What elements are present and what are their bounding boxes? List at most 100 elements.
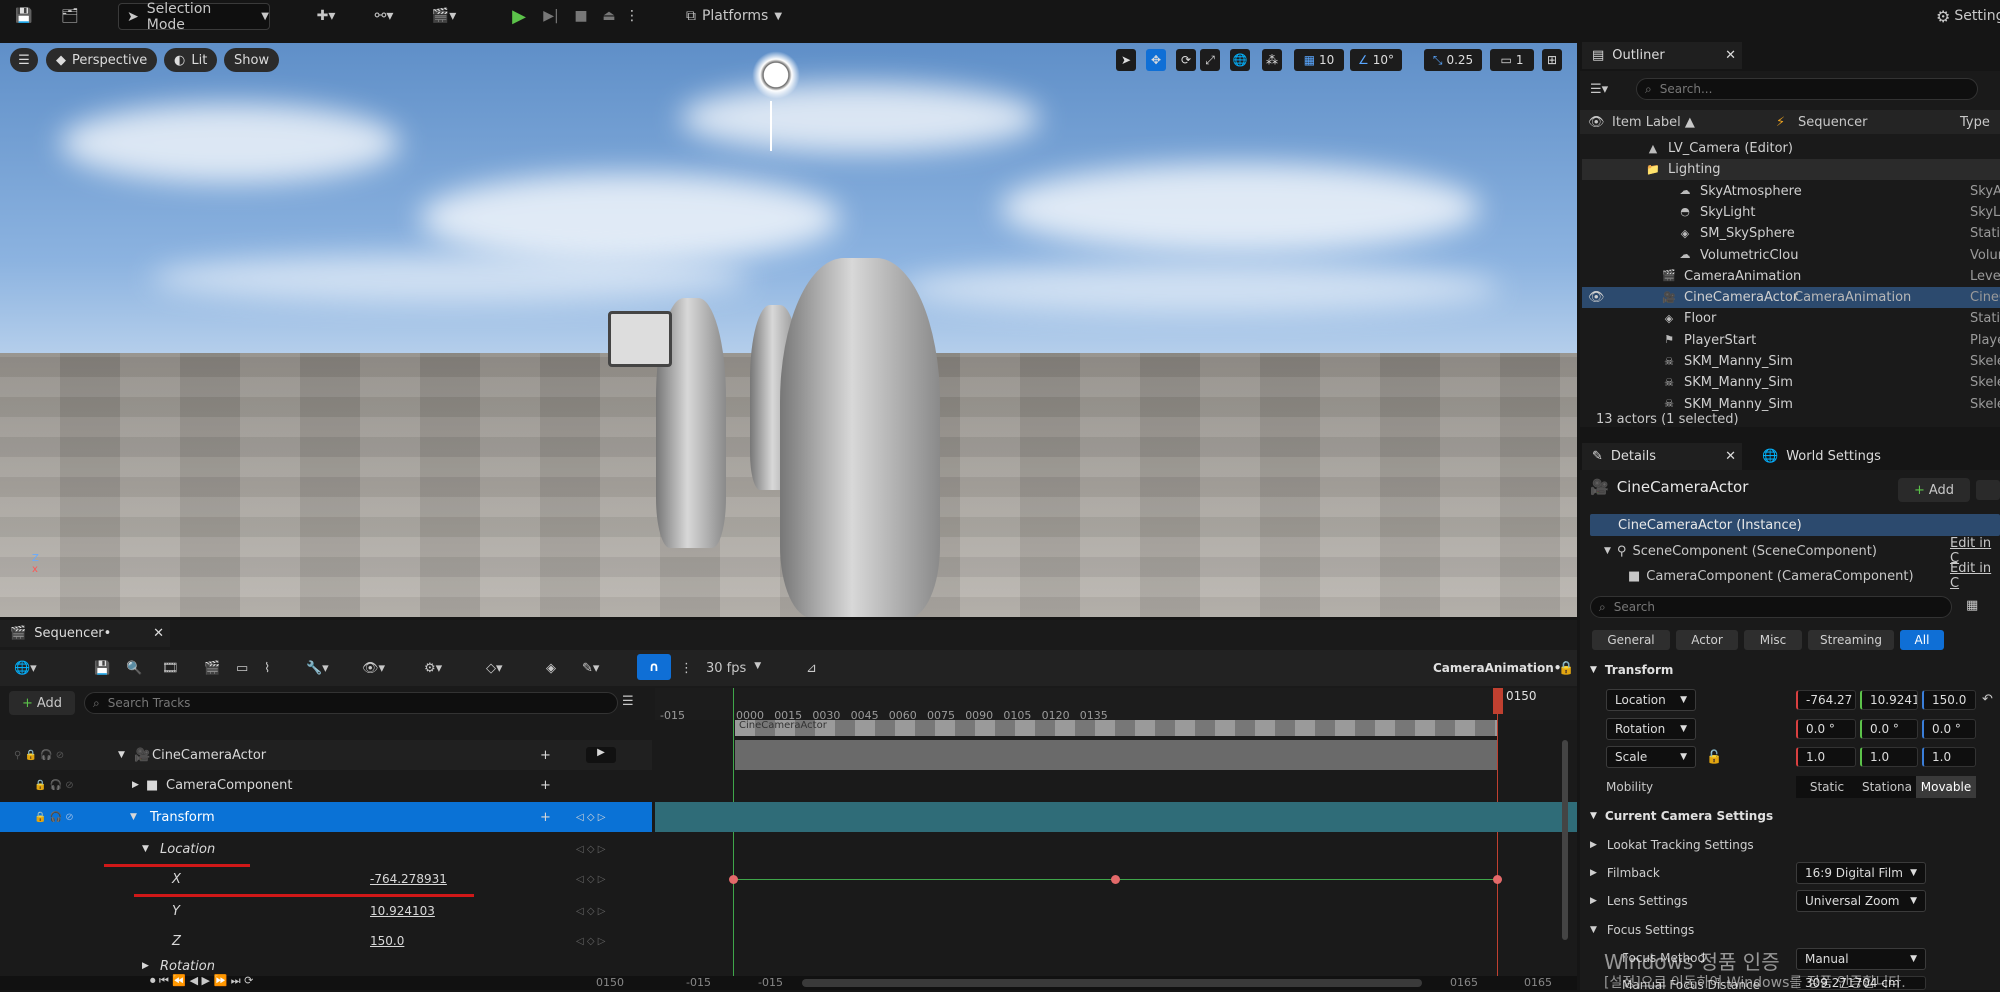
scale-tool-icon[interactable]: ⤢ bbox=[1200, 49, 1220, 71]
key-icon[interactable]: ◇▾ bbox=[486, 661, 503, 676]
search-tracks-input[interactable]: ⌕ Search Tracks bbox=[84, 692, 618, 714]
location-dropdown[interactable]: Location ▼ bbox=[1606, 689, 1696, 711]
add-icon[interactable]: + bbox=[540, 748, 551, 763]
lock-icon[interactable]: 🔓 bbox=[1706, 750, 1722, 765]
playback-options-icon[interactable]: ⚙▾ bbox=[424, 661, 442, 676]
lens-row[interactable]: ▶ Lens Settings bbox=[1582, 889, 2000, 913]
rotation-x-field[interactable]: 0.0 ° bbox=[1796, 719, 1856, 739]
outliner-row[interactable]: ⚑ PlayerStart Playe bbox=[1582, 330, 2000, 351]
snap-magnet-icon[interactable]: ∩ bbox=[637, 654, 671, 680]
lookat-row[interactable]: ▶ Lookat Tracking Settings bbox=[1582, 833, 2000, 857]
filter-streaming-button[interactable]: Streaming bbox=[1808, 630, 1894, 650]
mobility-movable[interactable]: Movable bbox=[1916, 776, 1976, 798]
outliner-row[interactable]: ☠ SKM_Manny_Sim Skele bbox=[1582, 351, 2000, 372]
camera-cut-icon[interactable]: ▭ bbox=[236, 661, 248, 676]
outliner-row[interactable]: ◓ SkyLight SkyL bbox=[1582, 202, 2000, 223]
fps-dropdown[interactable]: 30 fps ▼ bbox=[706, 661, 761, 676]
sequence-actor-icon[interactable] bbox=[608, 311, 672, 367]
track-transform[interactable]: 🔒 🎧 ⊘ ▼ Transform + ◁ ◇ ▷ bbox=[0, 802, 652, 832]
track-x-value[interactable]: -764.278931 bbox=[370, 872, 447, 886]
outliner-row[interactable]: ☠ SKM_Manny_Sim Skele bbox=[1582, 372, 2000, 393]
details-tab[interactable]: ✎ Details ✕ bbox=[1582, 443, 1742, 470]
actor-section-bar[interactable]: CineCameraActor bbox=[735, 720, 1497, 736]
eye-icon[interactable]: 👁 bbox=[1588, 290, 1605, 305]
track-location[interactable]: ▼ Location ◁ ◇ ▷ bbox=[0, 834, 652, 864]
camera-speed-button[interactable]: ▭ 1 bbox=[1490, 49, 1534, 71]
track-cameracomponent[interactable]: 🔒 🎧 ⊘ ▶ ■ CameraComponent + bbox=[0, 770, 652, 800]
eject-icon[interactable]: ⏏ bbox=[596, 2, 622, 30]
grid-snap-button[interactable]: ▦ 10 bbox=[1294, 49, 1344, 71]
reset-icon[interactable]: ↶ bbox=[1982, 692, 1993, 707]
browse-icon[interactable]: 🗂 bbox=[56, 2, 84, 30]
playhead-marker[interactable] bbox=[1493, 688, 1503, 714]
add-icon[interactable]: + bbox=[540, 778, 551, 793]
blueprint-icon[interactable]: ⚯▾ bbox=[364, 2, 404, 30]
rotation-snap-button[interactable]: ∠ 10° bbox=[1350, 49, 1402, 71]
show-button[interactable]: Show bbox=[224, 48, 280, 72]
keyframe[interactable] bbox=[1111, 875, 1120, 884]
rotation-z-field[interactable]: 0.0 ° bbox=[1922, 719, 1976, 739]
cinematics-icon[interactable]: 🎬▾ bbox=[424, 2, 464, 30]
play-icon[interactable]: ▶ bbox=[506, 2, 532, 30]
keyframe[interactable] bbox=[729, 875, 738, 884]
outliner-row[interactable]: ☁ VolumetricClou Volum bbox=[1582, 245, 2000, 266]
filmback-row[interactable]: ▶ Filmback bbox=[1582, 861, 2000, 885]
world-settings-tab[interactable]: 🌐 World Settings bbox=[1752, 443, 1912, 470]
track-location-x[interactable]: X -764.278931 ◁ ◇ ▷ bbox=[0, 864, 652, 894]
table-view-icon[interactable]: ▦ bbox=[1966, 598, 1990, 618]
column-item-label[interactable]: Item Label ▲ bbox=[1612, 115, 1695, 130]
expand-icon[interactable]: ▼ bbox=[1604, 546, 1611, 556]
column-type[interactable]: Type bbox=[1960, 115, 1990, 130]
track-y-value[interactable]: 10.924103 bbox=[370, 904, 435, 918]
outliner-row[interactable]: ☁ SkyAtmosphere SkyA bbox=[1582, 181, 2000, 202]
track-cinecameraactor[interactable]: ⚲ 🔒 🎧 ⊘ ▼ 🎥 CineCameraActor + ▶ bbox=[0, 740, 652, 770]
key-interp-icon[interactable]: ◈ bbox=[546, 661, 556, 676]
close-icon[interactable]: ✕ bbox=[1725, 48, 1736, 63]
scale-snap-button[interactable]: ⤡ 0.25 bbox=[1424, 49, 1482, 71]
selection-mode-dropdown[interactable]: ➤ Selection Mode ▼ bbox=[118, 1, 270, 33]
step-icon[interactable]: ▶| bbox=[538, 2, 564, 30]
level-viewport[interactable]: ☰ ◆ Perspective ◐ Lit Show ➤ ✥ ⟳ ⤢ 🌐 ⁂ ▦ 10… bbox=[0, 43, 1577, 617]
add-track-button[interactable]: + Add bbox=[9, 691, 75, 715]
location-x-field[interactable]: -764.27 bbox=[1796, 690, 1856, 710]
find-asset-icon[interactable]: 🔍 bbox=[126, 661, 142, 676]
rotate-tool-icon[interactable]: ⟳ bbox=[1176, 49, 1196, 71]
add-icon[interactable]: + bbox=[540, 810, 551, 825]
scene-component-row[interactable]: ▼ ⚲ SceneComponent (SceneComponent) Edit… bbox=[1604, 536, 2000, 566]
outliner-tab[interactable]: ▤ Outliner ✕ bbox=[1582, 42, 1742, 69]
viewport-menu-button[interactable]: ☰ bbox=[10, 48, 38, 72]
track-location-z[interactable]: Z 150.0 ◁ ◇ ▷ bbox=[0, 926, 652, 956]
tools-icon[interactable]: 🔧▾ bbox=[306, 661, 329, 676]
track-z-value[interactable]: 150.0 bbox=[370, 934, 404, 948]
filter-general-button[interactable]: General bbox=[1592, 630, 1670, 650]
track-scrollbar[interactable] bbox=[1562, 740, 1568, 940]
sequencer-tab[interactable]: 🎬 Sequencer• ✕ bbox=[0, 620, 170, 647]
outliner-row[interactable]: ◈ SM_SkySphere Static bbox=[1582, 223, 2000, 244]
column-sequencer[interactable]: Sequencer bbox=[1798, 115, 1867, 130]
filter-actor-button[interactable]: Actor bbox=[1676, 630, 1738, 650]
keyframe-nav-icon[interactable]: ◁ ◇ ▷ bbox=[576, 874, 605, 885]
scale-x-field[interactable]: 1.0 bbox=[1796, 747, 1856, 767]
lit-button[interactable]: ◐ Lit bbox=[164, 48, 218, 72]
view-icon[interactable]: 👁▾ bbox=[362, 661, 385, 676]
location-z-field[interactable]: 150.0 bbox=[1922, 690, 1976, 710]
add-component-button[interactable]: + Add bbox=[1898, 478, 1970, 502]
camera-settings-section[interactable]: ▼ Current Camera Settings bbox=[1582, 804, 2000, 828]
edit-in-link[interactable]: Edit in C bbox=[1950, 561, 2000, 591]
track-controls-icon[interactable]: ⚲ 🔒 🎧 ⊘ bbox=[14, 750, 64, 761]
filter-misc-button[interactable]: Misc bbox=[1744, 630, 1802, 650]
track-location-y[interactable]: Y 10.924103 ◁ ◇ ▷ bbox=[0, 896, 652, 926]
outliner-search-input[interactable]: ⌕ Search... bbox=[1636, 78, 1978, 100]
outliner-row[interactable]: 📁 Lighting bbox=[1582, 159, 2000, 181]
close-icon[interactable]: ✕ bbox=[153, 626, 164, 641]
transform-section[interactable]: ▼ Transform bbox=[1582, 658, 2000, 682]
camera-component-row[interactable]: ■ CameraComponent (CameraComponent) Edit… bbox=[1628, 561, 2000, 591]
lock-icon[interactable]: 🔒 bbox=[1558, 661, 1574, 676]
select-tool-icon[interactable]: ➤ bbox=[1116, 49, 1136, 71]
keyframe-nav-icon[interactable]: ◁ ◇ ▷ bbox=[576, 844, 605, 855]
keyframe-nav-icon[interactable]: ◁ ◇ ▷ bbox=[576, 936, 605, 947]
keyframe[interactable] bbox=[1493, 875, 1502, 884]
outliner-row[interactable]: ◈ Floor Static bbox=[1582, 308, 2000, 329]
mobility-stationary[interactable]: Stationa bbox=[1858, 776, 1916, 798]
translate-tool-icon[interactable]: ✥ bbox=[1146, 49, 1166, 71]
